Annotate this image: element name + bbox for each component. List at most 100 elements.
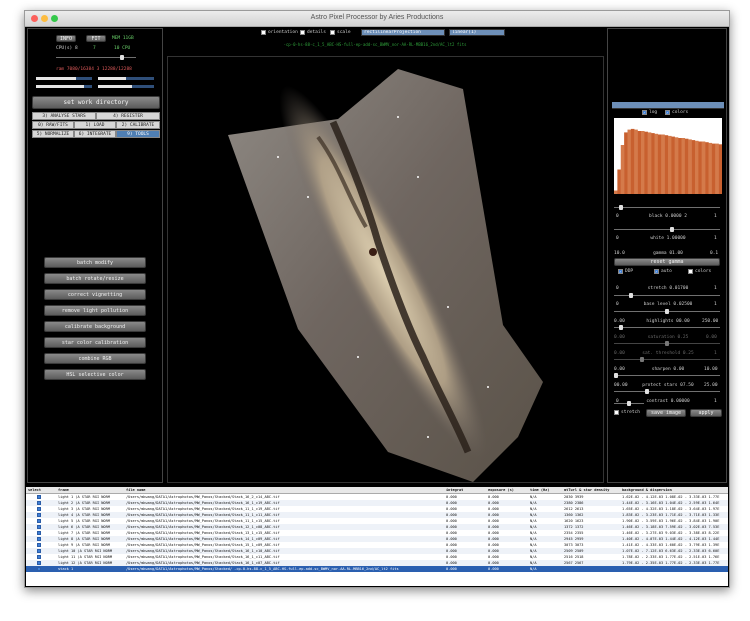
star — [397, 116, 399, 118]
row-select-checkbox[interactable] — [37, 555, 41, 559]
black-slider[interactable] — [614, 205, 720, 210]
auto-checkbox[interactable]: ✓ — [654, 269, 659, 274]
base-level-slider-knob[interactable] — [665, 309, 669, 314]
colors-ddp-checkbox[interactable] — [688, 269, 693, 274]
scale-checkbox[interactable] — [330, 30, 335, 35]
histogram-bar — [688, 139, 692, 194]
log-checkbox[interactable]: ✓ — [642, 110, 647, 115]
tab-tools[interactable]: 9) TOOLS — [116, 130, 160, 138]
colors-label: colors — [672, 110, 689, 115]
correct-vignetting-button[interactable]: correct vignetting — [44, 289, 146, 300]
progress-bar-3-fill — [36, 85, 84, 88]
saturation-slider-knob[interactable] — [665, 341, 669, 346]
histogram-bar — [711, 143, 716, 194]
row-select-checkbox[interactable] — [37, 543, 41, 547]
tab-register[interactable]: 4) REGISTER — [96, 112, 160, 120]
sharpen-max: 10.00 — [704, 367, 718, 372]
col-background[interactable]: background & dispersion — [622, 487, 728, 493]
protect-stars-slider-knob[interactable] — [644, 389, 649, 394]
contrast-slider[interactable] — [614, 401, 644, 406]
tab-integrate[interactable]: 6) INTEGRATE — [74, 130, 116, 138]
ram-label: ram 7080/16384 3 12288/12288 — [56, 67, 132, 72]
row-select-checkbox[interactable] — [37, 561, 41, 565]
star-color-calibration-button[interactable]: star color calibration — [44, 337, 146, 348]
batch-rotate-resize-button[interactable]: batch rotate/resize — [44, 273, 146, 284]
col-exposure[interactable]: exposure (s) — [488, 487, 528, 493]
row-select-checkbox[interactable] — [37, 531, 41, 535]
row-select-checkbox[interactable] — [37, 507, 41, 511]
cpu-slider-knob[interactable] — [120, 55, 124, 60]
fit-button[interactable]: FIT — [86, 35, 106, 42]
col-frame[interactable]: frame — [58, 487, 122, 493]
batch-modify-button[interactable]: batch modify — [44, 257, 146, 268]
cpu-slider[interactable] — [56, 55, 136, 60]
base-level-max: 1 — [714, 302, 717, 307]
milky-way-image[interactable] — [168, 57, 605, 484]
ddp-checkbox[interactable]: ✓ — [618, 269, 623, 274]
tab-analyse-stars[interactable]: 3) ANALYSE STARS — [32, 112, 96, 120]
row-select-checkbox[interactable] — [37, 513, 41, 517]
col-select[interactable]: select — [28, 487, 56, 493]
image-viewer[interactable] — [167, 56, 604, 483]
remove-light-pollution-button[interactable]: remove light pollution — [44, 305, 146, 316]
col-file-name[interactable]: file name — [126, 487, 444, 493]
highlights-slider-knob[interactable] — [619, 325, 624, 330]
histogram-toolbar — [612, 102, 724, 109]
stretch-checkbox[interactable] — [614, 410, 619, 415]
row-select-checkbox[interactable] — [37, 501, 41, 505]
threads-cpu-label: 10 CPU — [114, 46, 131, 51]
contrast-max: 1 — [714, 399, 717, 404]
row-select-checkbox[interactable] — [37, 567, 41, 571]
histogram-bar — [671, 136, 675, 194]
stretch-mode-dropdown[interactable]: linear(1) — [449, 29, 505, 36]
row-select-checkbox[interactable] — [37, 525, 41, 529]
colors-checkbox[interactable]: ✓ — [665, 110, 670, 115]
tab-calibrate[interactable]: 2) CALIBRATE — [116, 121, 160, 129]
set-work-directory-button[interactable]: set work directory — [32, 96, 160, 109]
save-image-button[interactable]: save image — [646, 409, 686, 417]
col-integrat[interactable]: integrat — [446, 487, 486, 493]
sat-threshold-slider[interactable] — [614, 357, 720, 362]
white-label: white 1.00000 — [650, 236, 686, 241]
reset-gamma-button[interactable]: reset gamma — [614, 258, 720, 266]
calibrate-background-button[interactable]: calibrate background — [44, 321, 146, 332]
hsl-selective-color-button[interactable]: HSL selective color — [44, 369, 146, 380]
saturation-slider[interactable] — [614, 341, 720, 346]
histogram-bar — [627, 129, 632, 194]
tab-raw-fits[interactable]: 0) RAW/FITS — [32, 121, 74, 129]
sharpen-slider[interactable] — [614, 373, 720, 378]
white-slider-knob[interactable] — [670, 227, 675, 232]
window-title: Astro Pixel Processor by Aries Productio… — [310, 14, 444, 21]
table-row[interactable]: stack 1/Users/mkwang/DATA1/Astrophotos/M… — [26, 566, 728, 572]
protect-stars-slider[interactable] — [614, 389, 720, 394]
white-slider[interactable] — [614, 227, 720, 232]
col-star-density[interactable]: mtTurl & star density — [564, 487, 620, 493]
stretch-slider[interactable] — [614, 293, 720, 298]
cell-integrat: 0.000 — [446, 567, 457, 571]
projection-dropdown[interactable]: rectilinearProjection — [361, 29, 445, 36]
base-level-slider[interactable] — [614, 309, 720, 314]
row-select-checkbox[interactable] — [37, 549, 41, 553]
combine-rgb-button[interactable]: combine RGB — [44, 353, 146, 364]
col-time[interactable]: time (Hz) — [530, 487, 562, 493]
info-button[interactable]: INFO — [56, 35, 76, 42]
orientation-checkbox[interactable] — [261, 30, 266, 35]
sharpen-slider-knob[interactable] — [614, 373, 618, 378]
details-checkbox[interactable] — [300, 30, 305, 35]
tab-load[interactable]: 1) LOAD — [74, 121, 116, 129]
black-slider-knob[interactable] — [619, 205, 624, 210]
row-select-checkbox[interactable] — [37, 495, 41, 499]
progress-bar-3 — [36, 85, 92, 88]
star — [487, 386, 489, 388]
row-select-checkbox[interactable] — [37, 537, 41, 541]
stretch-slider-knob[interactable] — [629, 293, 634, 298]
contrast-slider-knob[interactable] — [627, 401, 631, 406]
app-window: Astro Pixel Processor by Aries Productio… — [24, 10, 730, 588]
log-label: log — [649, 110, 658, 115]
highlights-slider[interactable] — [614, 325, 720, 330]
sat-threshold-slider-knob[interactable] — [639, 357, 644, 362]
apply-button[interactable]: apply — [690, 409, 722, 417]
histogram-bar — [617, 169, 621, 194]
row-select-checkbox[interactable] — [37, 519, 41, 523]
tab-normalize[interactable]: 5) NORMALIZE — [32, 130, 74, 138]
